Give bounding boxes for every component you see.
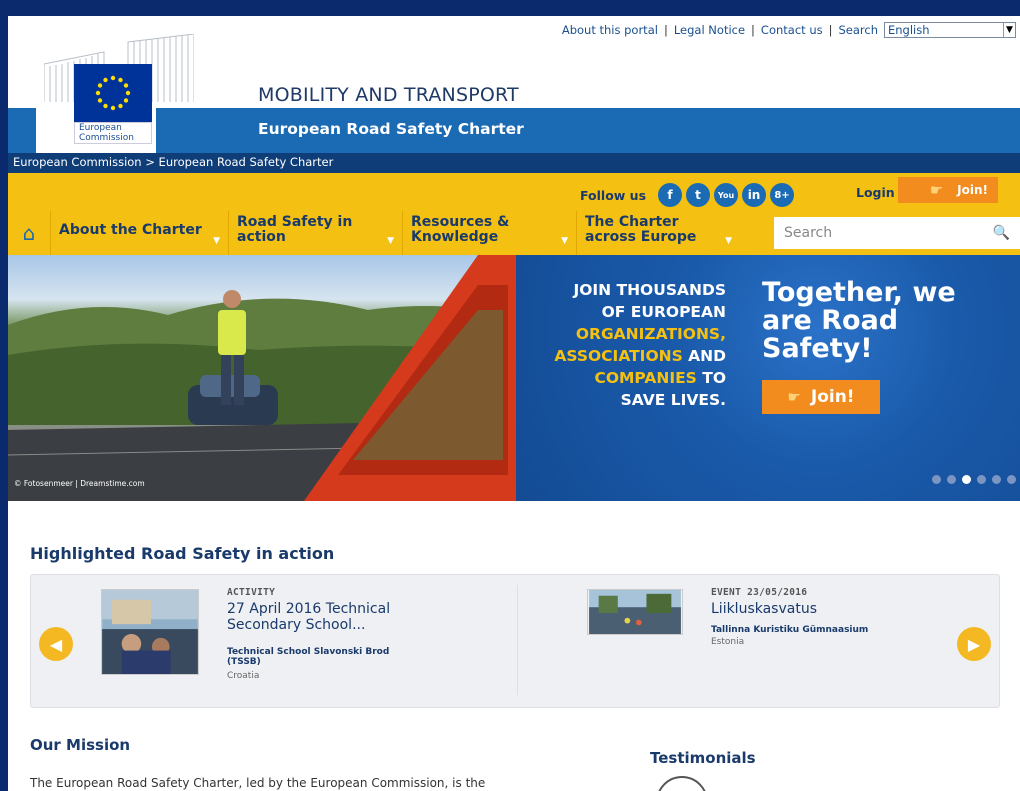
follow-us: Follow us f t You in 8+ <box>580 183 795 207</box>
chevron-down-icon: ▼ <box>387 236 394 246</box>
mission-title: Our Mission <box>30 736 131 754</box>
search-placeholder: Search <box>784 225 833 241</box>
mission-text: The European Road Safety Charter, led by… <box>30 776 486 790</box>
hero-join-button[interactable]: ☛ Join! <box>762 380 880 414</box>
nav-road-safety-action[interactable]: Road Safety in action ▼ <box>228 211 402 255</box>
highlight-title: Highlighted Road Safety in action <box>30 544 335 563</box>
page: About this portal | Legal Notice | Conta… <box>8 16 1020 791</box>
about-portal-link[interactable]: About this portal <box>562 23 658 37</box>
chevron-down-icon: ▼ <box>1003 23 1015 37</box>
language-value: English <box>888 23 930 37</box>
legal-notice-link[interactable]: Legal Notice <box>674 23 745 37</box>
carousel-dot[interactable] <box>932 475 941 484</box>
title-band: European Road Safety Charter <box>8 108 1020 153</box>
highlight-card[interactable]: ACTIVITY 27 April 2016 Technical Seconda… <box>101 587 461 697</box>
card-divider <box>517 585 518 695</box>
hero-banner[interactable]: © Fotosenmeer | Dreamstime.com JOIN THOU… <box>8 255 1020 501</box>
facebook-icon[interactable]: f <box>658 183 683 207</box>
highlight-card[interactable]: EVENT 23/05/2016 Liikluskasvatus Tallinn… <box>587 587 927 697</box>
warning-triangle-image <box>8 255 516 501</box>
youtube-icon[interactable]: You <box>714 183 739 207</box>
hero-headline: Together, we are Road Safety! <box>762 277 956 364</box>
googleplus-icon[interactable]: 8+ <box>770 183 795 207</box>
twitter-icon[interactable]: t <box>686 183 711 207</box>
carousel-dot-active[interactable] <box>962 475 971 484</box>
top-links: About this portal | Legal Notice | Conta… <box>562 22 1016 38</box>
nav-charter-across-europe[interactable]: The Charter across Europe ▼ <box>576 211 740 255</box>
testimonial-avatar[interactable] <box>656 776 708 791</box>
commission-label: European Commission <box>74 122 152 144</box>
hand-pointer-icon: ☛ <box>787 388 801 406</box>
join-label: Join! <box>957 183 988 197</box>
activity-thumbnail <box>101 589 199 675</box>
hero-photo: © Fotosenmeer | Dreamstime.com <box>8 255 516 501</box>
linkedin-icon[interactable]: in <box>742 183 767 207</box>
chevron-down-icon: ▼ <box>561 236 568 246</box>
nav-resources-knowledge[interactable]: Resources & Knowledge ▼ <box>402 211 576 255</box>
card-title[interactable]: 27 April 2016 Technical Secondary School… <box>227 601 457 633</box>
card-org[interactable]: Technical School Slavonski Brod (TSSB) <box>227 647 457 667</box>
home-icon[interactable]: ⌂ <box>8 211 50 255</box>
testimonials-title: Testimonials <box>650 749 756 767</box>
site-title[interactable]: MOBILITY AND TRANSPORT <box>258 84 519 106</box>
carousel-dot[interactable] <box>1007 475 1016 484</box>
carousel-dots <box>932 475 1016 484</box>
card-type: ACTIVITY <box>227 587 276 598</box>
chevron-down-icon: ▼ <box>213 236 220 246</box>
language-select[interactable]: English ▼ <box>884 22 1016 38</box>
hand-pointer-icon: ☛ <box>929 181 944 199</box>
carousel-dot[interactable] <box>992 475 1001 484</box>
carousel-dot[interactable] <box>947 475 956 484</box>
hero-copy: JOIN THOUSANDS OF EUROPEAN ORGANIZATIONS… <box>554 281 726 409</box>
search-label: Search <box>838 23 878 37</box>
site-subtitle[interactable]: European Road Safety Charter <box>258 120 524 138</box>
eu-flag-logo[interactable] <box>74 64 152 122</box>
event-thumbnail <box>587 589 683 635</box>
join-button-header[interactable]: ☛ Join! <box>898 177 998 203</box>
next-arrow-icon[interactable]: ▶ <box>957 627 991 661</box>
photo-credit: © Fotosenmeer | Dreamstime.com <box>14 479 145 488</box>
prev-arrow-icon[interactable]: ◀ <box>39 627 73 661</box>
follow-label: Follow us <box>580 187 647 203</box>
highlight-carousel: ◀ ACTIVITY 27 April 2016 Technical Secon… <box>30 574 1000 708</box>
hero-panel: JOIN THOUSANDS OF EUROPEAN ORGANIZATIONS… <box>516 255 1020 501</box>
card-country: Croatia <box>227 671 260 681</box>
card-type: EVENT 23/05/2016 <box>711 587 808 598</box>
search-icon[interactable]: 🔍 <box>993 225 1010 241</box>
eu-stars-icon <box>95 75 131 111</box>
search-input[interactable]: Search 🔍 <box>774 217 1020 249</box>
breadcrumb[interactable]: European Commission > European Road Safe… <box>8 153 1020 173</box>
main-header: Follow us f t You in 8+ Login ☛ Join! ⌂ … <box>8 173 1020 255</box>
card-country: Estonia <box>711 637 745 647</box>
chevron-down-icon: ▼ <box>725 236 732 246</box>
login-link[interactable]: Login <box>856 185 895 200</box>
card-org[interactable]: Tallinna Kuristiku Gümnaasium <box>711 625 868 635</box>
contact-us-link[interactable]: Contact us <box>761 23 823 37</box>
nav-about-charter[interactable]: About the Charter ▼ <box>50 211 228 255</box>
carousel-dot[interactable] <box>977 475 986 484</box>
card-title[interactable]: Liikluskasvatus <box>711 601 817 617</box>
